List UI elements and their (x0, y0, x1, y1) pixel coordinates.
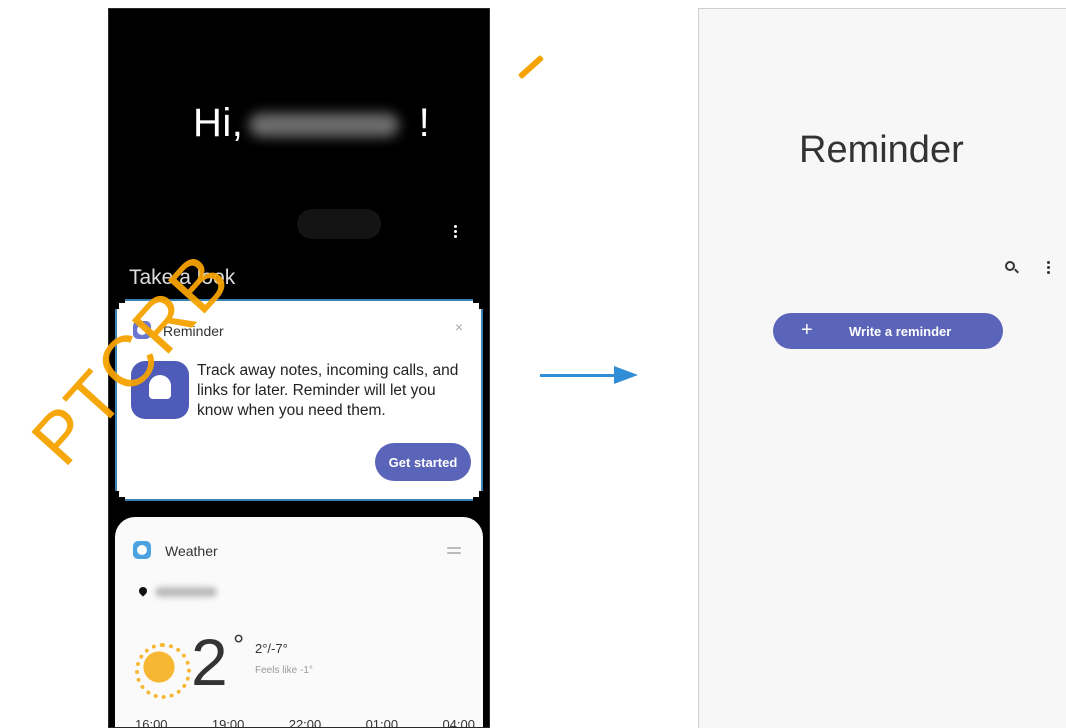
high-low-temperature: 2°/-7° (255, 641, 288, 656)
left-phone-screen: Hi, ! Take a look Reminder × Track away … (108, 8, 490, 728)
weather-app-icon (133, 541, 151, 559)
weather-card-title: Weather (165, 543, 218, 559)
reminder-card-title: Reminder (163, 323, 224, 339)
forecast-hour: 01:00 (365, 717, 399, 728)
section-title: Take a look (129, 266, 236, 289)
forecast-hour: 16:00 (135, 717, 168, 728)
reminder-bell-icon (131, 361, 189, 419)
arrow-head-icon (614, 366, 638, 384)
feels-like-text: Feels like -1° (255, 665, 313, 676)
sun-icon (135, 643, 191, 699)
page-title: Reminder (799, 129, 964, 171)
write-reminder-button[interactable]: + Write a reminder (773, 313, 1003, 349)
greeting-prefix: Hi, (193, 101, 244, 145)
close-icon[interactable]: × (455, 319, 463, 335)
weather-card[interactable]: Weather 2 ° 2°/-7° Feels like -1° 16:00 … (115, 517, 483, 728)
blurred-location (155, 587, 217, 597)
more-vertical-icon[interactable] (1044, 260, 1052, 278)
forecast-hour: 04:00 (442, 717, 475, 728)
reminder-description: Track away notes, incoming calls, and li… (197, 362, 459, 419)
plus-icon: + (801, 319, 813, 341)
right-phone-screen: Reminder + Write a reminder (698, 8, 1066, 728)
greeting-suffix: ! (418, 101, 431, 145)
arrow-right-icon (540, 374, 620, 377)
write-reminder-label: Write a reminder (849, 324, 952, 339)
temperature-value: 2 (191, 625, 228, 699)
blurred-user-name (249, 113, 399, 137)
get-started-button[interactable]: Get started (375, 443, 471, 481)
degree-symbol: ° (233, 629, 245, 660)
location-pin-icon (137, 585, 149, 597)
search-icon[interactable] (1005, 261, 1019, 275)
forecast-hour: 22:00 (288, 717, 322, 728)
watermark-dash (517, 54, 545, 80)
drag-handle-icon[interactable] (447, 547, 461, 557)
more-vertical-icon[interactable] (447, 223, 463, 247)
forecast-hour: 19:00 (211, 717, 245, 728)
reminder-app-icon (133, 321, 151, 339)
hourly-forecast: 16:00 19:00 22:00 01:00 04:00 (135, 717, 475, 728)
reminder-card[interactable]: Reminder × Track away notes, incoming ca… (115, 299, 483, 501)
blurred-pill (297, 209, 381, 239)
